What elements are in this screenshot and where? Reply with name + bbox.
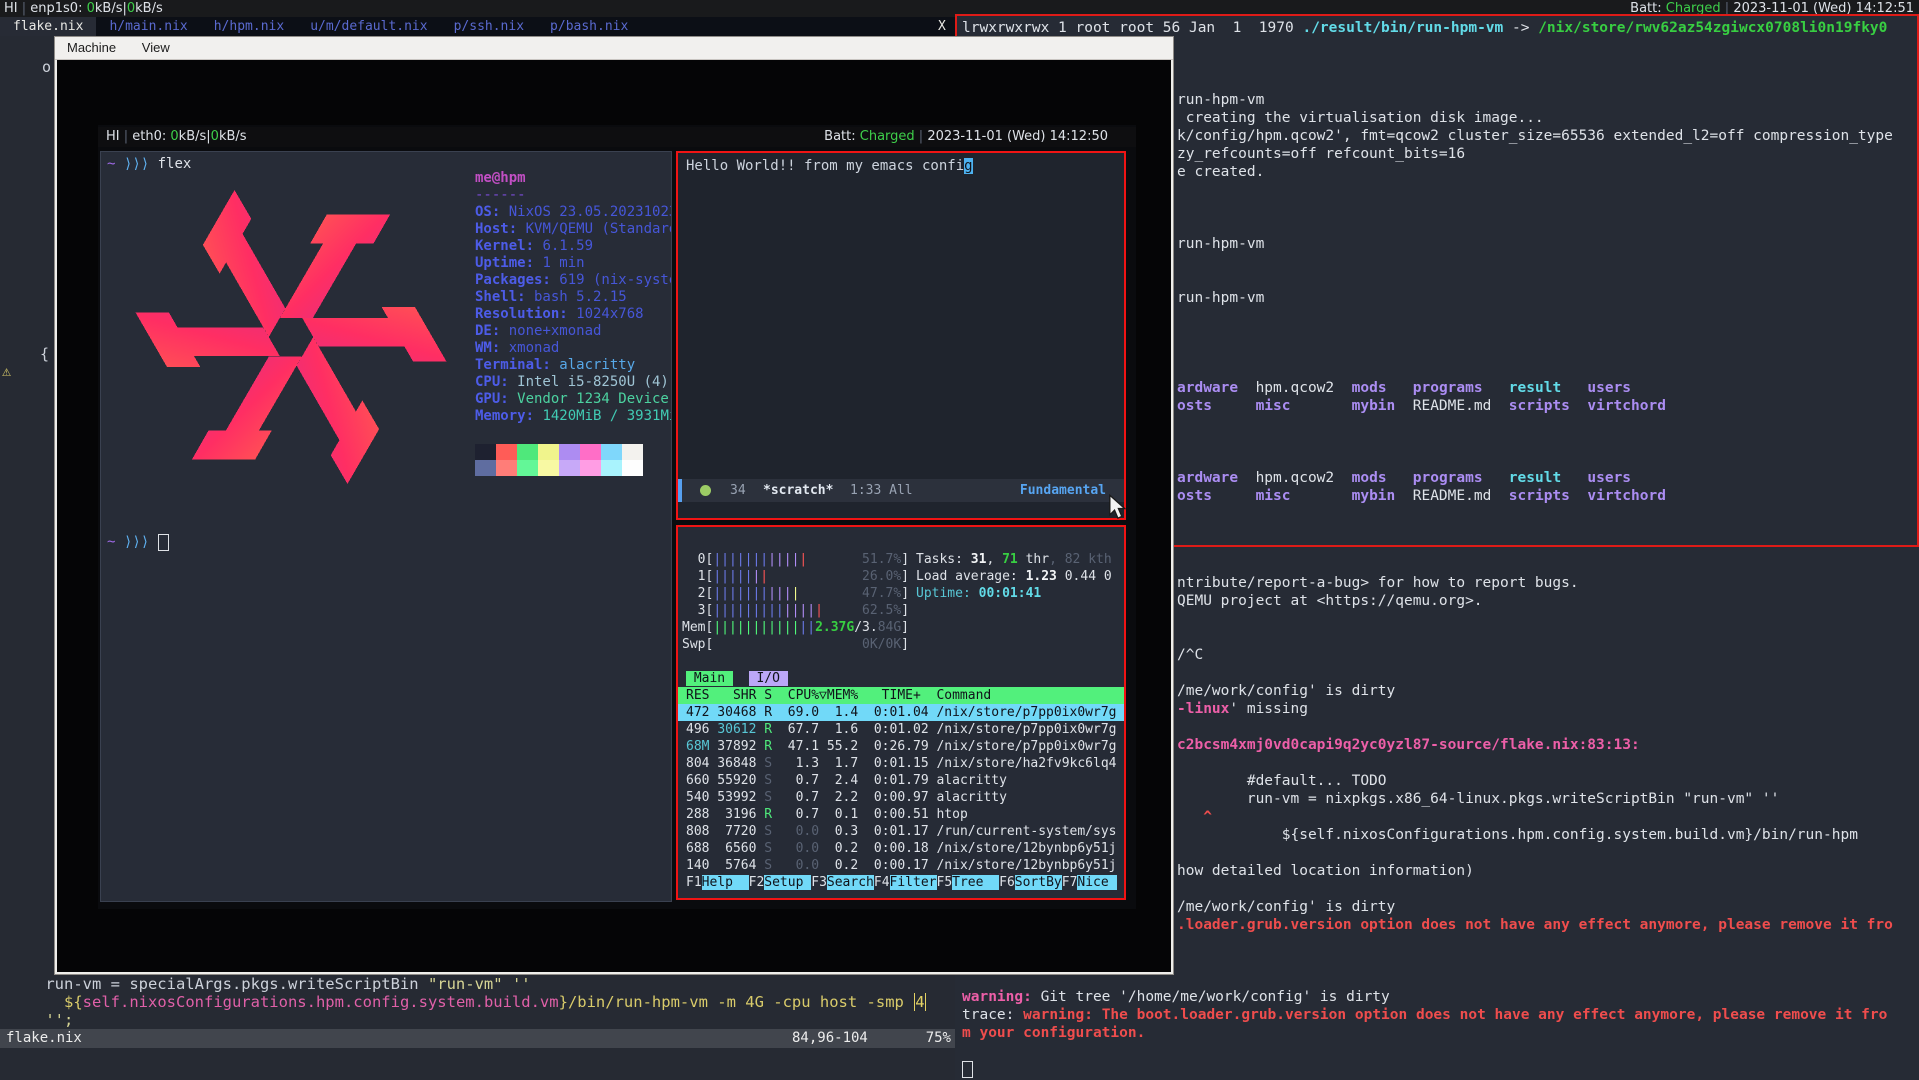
vim-fragment: o [42,58,51,76]
menu-view[interactable]: View [142,40,170,55]
emacs-buffer-text: Hello World!! from my emacs config [686,157,973,175]
palette-swatch [622,460,643,476]
tab-inactive[interactable]: p/ssh.nix [441,17,537,36]
neofetch-properties: OS: NixOS 23.05.20231023Host: KVM/QEMU (… [475,204,671,425]
vm-status-bar: HI | eth0: 0kB/s|0kB/s Batt: Charged | 2… [98,127,1136,147]
shell-prompt: ~ ⟩⟩⟩ [107,533,169,551]
emacs-modeline: 34 *scratch* 1:33 All Fundamental [678,479,1124,502]
vm-network-status: HI | eth0: 0kB/s|0kB/s [106,127,247,147]
palette-swatch [559,460,580,476]
htop-process-rows[interactable]: 472 30468 R 69.0 1.4 0:01.04 /nix/store/… [678,704,1124,874]
vim-scroll-percent: 75% [926,1029,951,1048]
palette-swatch [601,444,622,460]
editor-tab-bar: flake.nix h/main.nixh/hpm.nixu/m/default… [0,17,955,36]
modeline-status-dot [700,485,711,496]
mouse-cursor-icon [1106,494,1128,520]
palette-swatch [475,460,496,476]
tab-inactive[interactable]: p/bash.nix [537,17,641,36]
color-palette-row [475,460,643,476]
vim-filename: flake.nix [6,1029,82,1048]
modeline-buffer-number: 34 [730,479,746,502]
close-tab-icon[interactable]: X [938,17,946,36]
modeline-accent-bar [678,479,682,502]
htop-table-header[interactable]: RES SHR S CPU%▽MEM% TIME+ Command [678,687,1124,704]
tab-inactive[interactable]: u/m/default.nix [297,17,440,36]
palette-swatch [496,460,517,476]
htop-function-key-bar[interactable]: F1Help F2Setup F3SearchF4FilterF5Tree F6… [686,874,1117,891]
neofetch-info: me@hpm ------ OS: NixOS 23.05.20231023Ho… [475,170,671,425]
palette-swatch [580,460,601,476]
palette-swatch [538,444,559,460]
vim-cursor-position: 84,96-104 [792,1029,868,1048]
vm-screen: HI | eth0: 0kB/s|0kB/s Batt: Charged | 2… [57,60,1171,972]
menu-machine[interactable]: Machine [67,40,116,55]
modeline-position: 1:33 All [850,479,913,502]
qemu-menu-bar: Machine View [55,37,1173,60]
neofetch-user: me@hpm [475,170,526,186]
desktop: HI | enp1s0: 0kB/s|0kB/s Batt: Charged |… [0,0,1919,1080]
palette-swatch [517,444,538,460]
emacs-cursor: g [964,158,972,174]
host-network-status: HI | enp1s0: 0kB/s|0kB/s [4,0,163,17]
warning-sign-icon: ⚠ [2,362,11,380]
palette-swatch [475,444,496,460]
htop-cpu-memory-meters: 0[|||||||||||| 51.7%] 1[||||||| 26.0%] 2… [682,551,909,653]
qemu-vm-window[interactable]: Machine View HI | eth0: 0kB/s|0kB/s Batt… [54,36,1174,975]
palette-swatch [580,444,601,460]
palette-swatch [622,444,643,460]
vm-framebuffer: HI | eth0: 0kB/s|0kB/s Batt: Charged | 2… [98,125,1136,909]
palette-swatch [517,460,538,476]
shell-prompt: ~ ⟩⟩⟩ flex [107,155,191,173]
vim-status-line: flake.nix 84,96-104 75% [0,1029,959,1048]
palette-swatch [496,444,517,460]
palette-swatch [601,460,622,476]
palette-swatch [559,444,580,460]
tab-inactive[interactable]: h/main.nix [96,17,200,36]
tab-list: h/main.nixh/hpm.nixu/m/default.nixp/ssh.… [96,17,641,36]
modeline-buffer-name: *scratch* [763,479,833,502]
modeline-major-mode: Fundamental [1020,479,1106,502]
tab-active[interactable]: flake.nix [0,17,96,36]
neofetch-separator: ------ [475,187,526,203]
htop-tasks-summary: Tasks: 31, 71 thr, 82 kthLoad average: 1… [916,551,1124,602]
nixos-logo [126,172,456,502]
vm-alacritty-pane[interactable]: ~ ⟩⟩⟩ flex [100,151,672,902]
vm-emacs-pane[interactable]: Hello World!! from my emacs config 34 *s… [676,151,1126,520]
palette-swatch [538,460,559,476]
htop-screen-tabs[interactable]: Main I/O [686,670,788,687]
tab-inactive[interactable]: h/hpm.nix [201,17,297,36]
vim-fragment: { [40,345,49,363]
vm-htop-pane[interactable]: 0[|||||||||||| 51.7%] 1[||||||| 26.0%] 2… [676,525,1126,900]
vm-battery-clock: Batt: Charged | 2023-11-01 (Wed) 14:12:5… [824,127,1108,147]
vim-buffer-text: run-vm = specialArgs.pkgs.writeScriptBin… [8,975,926,1029]
color-palette-row [475,444,643,460]
